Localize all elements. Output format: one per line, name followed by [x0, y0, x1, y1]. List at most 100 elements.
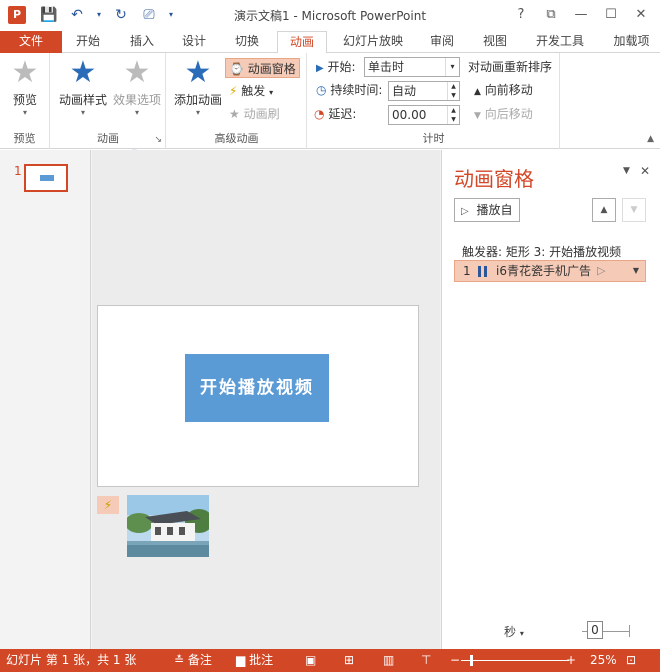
minimize-button[interactable]: —: [566, 4, 596, 26]
chevron-down-icon[interactable]: ▼: [633, 261, 639, 281]
tab-home[interactable]: 开始: [66, 31, 110, 53]
delay-field[interactable]: 00.00 ▲ ▼: [388, 105, 460, 125]
notes-button[interactable]: ≛ 备注: [174, 649, 212, 672]
animation-styles-button[interactable]: ★ 动画样式 ▾: [55, 55, 111, 118]
customize-qat-icon[interactable]: ▾: [166, 5, 176, 25]
clock-icon: ◷: [316, 83, 327, 97]
redo-icon[interactable]: ↻: [110, 5, 132, 25]
move-later-label: 向后移动: [484, 107, 533, 121]
timeline-zero[interactable]: 0: [587, 621, 603, 639]
pause-media-icon: [478, 266, 488, 277]
tab-animations[interactable]: 动画: [277, 31, 327, 54]
group-timing: ▶ 开始: 单击时 ▾ ◷ 持续时间: 自动 ▲ ▼ ◔ 延迟: 00.00 ▲ ▼…: [308, 53, 560, 149]
arrow-up-icon: ▲: [474, 87, 481, 97]
zoom-slider[interactable]: [461, 660, 569, 661]
animation-pane-icon: ⌚: [229, 62, 244, 76]
trigger-button[interactable]: ⚡ 触发 ▾: [229, 81, 273, 101]
reading-view-icon[interactable]: ▥: [383, 649, 394, 672]
chevron-down-icon: ▾: [519, 629, 524, 638]
effect-options-button[interactable]: ★ 效果选项 ▾: [111, 57, 163, 118]
undo-icon[interactable]: ↶: [66, 5, 88, 25]
video-poster-image: [127, 495, 209, 557]
start-dropdown[interactable]: 单击时 ▾: [364, 57, 460, 77]
move-up-button[interactable]: ▲: [592, 198, 616, 222]
painter-star-icon: ★: [229, 107, 240, 121]
animation-timeline: 秒 ▾ 0: [442, 615, 660, 649]
workspace: 1 开始播放视频 ⚡ 动画窗格 ▼ ✕ ▷ 播放自 ▲ ▼ 触发器: 矩形 3:…: [0, 150, 660, 649]
undo-dropdown-icon[interactable]: ▾: [94, 5, 104, 25]
group-animation: ★ 动画样式 ▾ ★ 效果选项 ▾ 动画 ↘: [51, 53, 166, 149]
slide-info: 幻灯片 第 1 张，共 1 张: [6, 653, 137, 667]
maximize-button[interactable]: ☐: [596, 4, 626, 26]
spinner-icon[interactable]: ▲ ▼: [447, 82, 459, 100]
arrow-down-icon: ▼: [474, 111, 481, 121]
add-animation-button[interactable]: ★ 添加动画 ▾: [171, 55, 225, 118]
animation-painter-label: 动画刷: [243, 107, 280, 121]
slideshow-view-icon[interactable]: ⊤: [421, 649, 431, 672]
collapse-ribbon-icon[interactable]: ▲: [647, 134, 654, 144]
dialog-launcher-icon[interactable]: ↘: [154, 135, 162, 145]
effect-options-label: 效果选项: [112, 93, 161, 107]
start-from-beginning-icon[interactable]: ⎚: [138, 5, 160, 25]
fit-slide-icon[interactable]: ⊡: [626, 649, 636, 672]
move-later-button[interactable]: ▼ 向后移动: [474, 104, 533, 124]
delay-value: 00.00: [392, 108, 427, 122]
animation-pane-button[interactable]: ⌚ 动画窗格: [225, 58, 300, 78]
comments-label: 批注: [249, 653, 274, 667]
close-icon[interactable]: ✕: [640, 164, 650, 178]
tab-design[interactable]: 设计: [172, 31, 216, 53]
seconds-dropdown[interactable]: 秒 ▾: [504, 623, 524, 640]
slide-thumbnail[interactable]: [24, 164, 68, 192]
help-button[interactable]: ?: [506, 4, 536, 26]
tab-file[interactable]: 文件: [0, 31, 62, 53]
slide-thumbnail-pane: 1: [0, 150, 91, 649]
tab-insert[interactable]: 插入: [120, 31, 164, 53]
quick-access-toolbar: 💾 ↶ ▾ ↻ ⎚ ▾: [38, 5, 176, 25]
slide-sorter-icon[interactable]: ⊞: [344, 649, 354, 672]
slide-canvas[interactable]: 开始播放视频: [97, 305, 419, 487]
save-icon[interactable]: 💾: [38, 5, 60, 25]
notes-icon: ≛: [174, 653, 185, 667]
delay-label: 延迟:: [328, 107, 357, 121]
zoom-level[interactable]: 25%: [590, 649, 617, 672]
preview-button[interactable]: ★ 预览 ▾: [4, 57, 46, 118]
animation-item-number: 1: [463, 264, 471, 278]
tab-review[interactable]: 审阅: [420, 31, 464, 53]
animation-list-item[interactable]: 1 i6青花瓷手机广告 ▷ ▼: [454, 260, 646, 282]
pane-options-icon[interactable]: ▼: [623, 164, 630, 178]
tab-transitions[interactable]: 切换: [225, 31, 269, 53]
comments-button[interactable]: ▆ 批注: [236, 649, 273, 672]
normal-view-icon[interactable]: ▣: [305, 649, 316, 672]
animation-painter-button[interactable]: ★ 动画刷: [229, 104, 280, 124]
duration-label: 持续时间:: [330, 83, 383, 97]
tab-view[interactable]: 视图: [473, 31, 517, 53]
animation-pane: 动画窗格 ▼ ✕ ▷ 播放自 ▲ ▼ 触发器: 矩形 3: 开始播放视频 1 i…: [441, 150, 660, 649]
video-object[interactable]: [127, 495, 209, 557]
move-earlier-button[interactable]: ▲ 向前移动: [474, 80, 533, 100]
play-from-button[interactable]: ▷ 播放自: [454, 198, 520, 222]
add-animation-label: 添加动画: [173, 93, 222, 107]
trigger-lightning-icon[interactable]: ⚡: [97, 496, 119, 514]
tab-slideshow[interactable]: 幻灯片放映: [335, 31, 411, 53]
close-button[interactable]: ✕: [626, 4, 656, 26]
tab-addins[interactable]: 加载项: [603, 31, 660, 53]
play-video-shape[interactable]: 开始播放视频: [185, 354, 329, 422]
spinner-icon[interactable]: ▲ ▼: [447, 106, 459, 124]
animation-star-icon: ★: [69, 55, 97, 90]
group-preview: ★ 预览 ▾ 预览: [0, 53, 50, 149]
duration-field[interactable]: 自动 ▲ ▼: [388, 81, 460, 101]
powerpoint-app-icon[interactable]: P: [8, 6, 26, 24]
ribbon-display-options-button[interactable]: ⧉: [536, 4, 566, 26]
tab-developer[interactable]: 开发工具: [527, 31, 593, 53]
window-controls: ? ⧉ — ☐ ✕: [506, 4, 656, 26]
group-label-advanced: 高级动画: [214, 132, 259, 145]
move-down-button[interactable]: ▼: [622, 198, 646, 222]
chevron-down-icon: ▾: [80, 108, 85, 117]
zoom-out-icon[interactable]: −: [450, 649, 460, 672]
pane-controls: ▼ ✕: [623, 164, 650, 178]
title-bar: P 💾 ↶ ▾ ↻ ⎚ ▾ 演示文稿1 - Microsoft PowerPoi…: [0, 0, 660, 31]
zoom-slider-thumb[interactable]: [470, 655, 473, 666]
add-animation-star-icon: ★: [184, 55, 212, 90]
timeline-play-icon: ▷: [597, 264, 606, 277]
zoom-in-icon[interactable]: +: [566, 649, 576, 672]
